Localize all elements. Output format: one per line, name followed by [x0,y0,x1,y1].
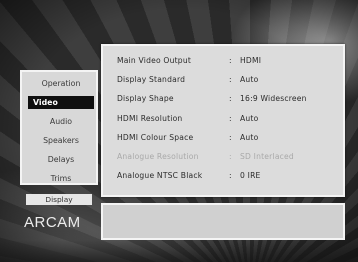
setting-label: Display Shape [117,94,174,104]
setting-value: Auto [240,132,259,142]
menu-item-trims[interactable]: Trims [30,172,92,185]
display-tab[interactable]: Display [26,194,92,205]
setting-label: HDMI Resolution [117,113,183,123]
setting-value: HDMI [240,56,262,65]
setting-separator: : [229,56,232,65]
video-settings-panel: Main Video Output : HDMI Display Standar… [101,44,345,197]
menu-item-operation[interactable]: Operation [30,77,92,90]
setting-row-analogue-resolution: Analogue Resolution : SD Interlaced [117,148,337,167]
setting-row-hdmi-colour-space[interactable]: HDMI Colour Space : Auto [117,129,337,148]
info-panel [101,203,345,240]
setting-separator: : [229,151,232,161]
setting-value: Auto [240,113,259,123]
setting-value: Auto [240,75,259,85]
setting-label: Analogue Resolution [117,151,199,161]
setting-row-analogue-ntsc-black[interactable]: Analogue NTSC Black : 0 IRE [117,167,337,186]
setting-separator: : [229,94,232,104]
osd-screen: Main Video Output : HDMI Display Standar… [0,0,358,262]
setting-row-hdmi-resolution[interactable]: HDMI Resolution : Auto [117,110,337,129]
settings-table: Main Video Output : HDMI Display Standar… [117,52,337,186]
setting-separator: : [229,132,232,142]
setting-row-display-standard[interactable]: Display Standard : Auto [117,71,337,90]
menu-item-delays[interactable]: Delays [30,153,92,166]
setting-separator: : [229,75,232,85]
setting-value: SD Interlaced [240,151,294,161]
menu-item-speakers[interactable]: Speakers [30,134,92,147]
arcam-logo: ARCAM [24,214,81,231]
setting-separator: : [229,113,232,123]
setup-menu: Operation Video Audio Speakers Delays Tr… [20,70,98,185]
setting-value: 16:9 Widescreen [240,94,307,104]
setting-separator: : [229,171,232,181]
setting-label: Main Video Output [117,56,192,65]
setting-value: 0 IRE [240,171,261,181]
setting-label: Analogue NTSC Black [117,171,203,181]
setting-row-display-shape[interactable]: Display Shape : 16:9 Widescreen [117,90,337,109]
setting-row-main-video-output[interactable]: Main Video Output : HDMI [117,52,337,71]
setting-label: Display Standard [117,75,186,85]
menu-item-video[interactable]: Video [28,96,94,109]
setting-label: HDMI Colour Space [117,132,194,142]
menu-item-audio[interactable]: Audio [30,115,92,128]
bottom-fade [0,240,358,262]
